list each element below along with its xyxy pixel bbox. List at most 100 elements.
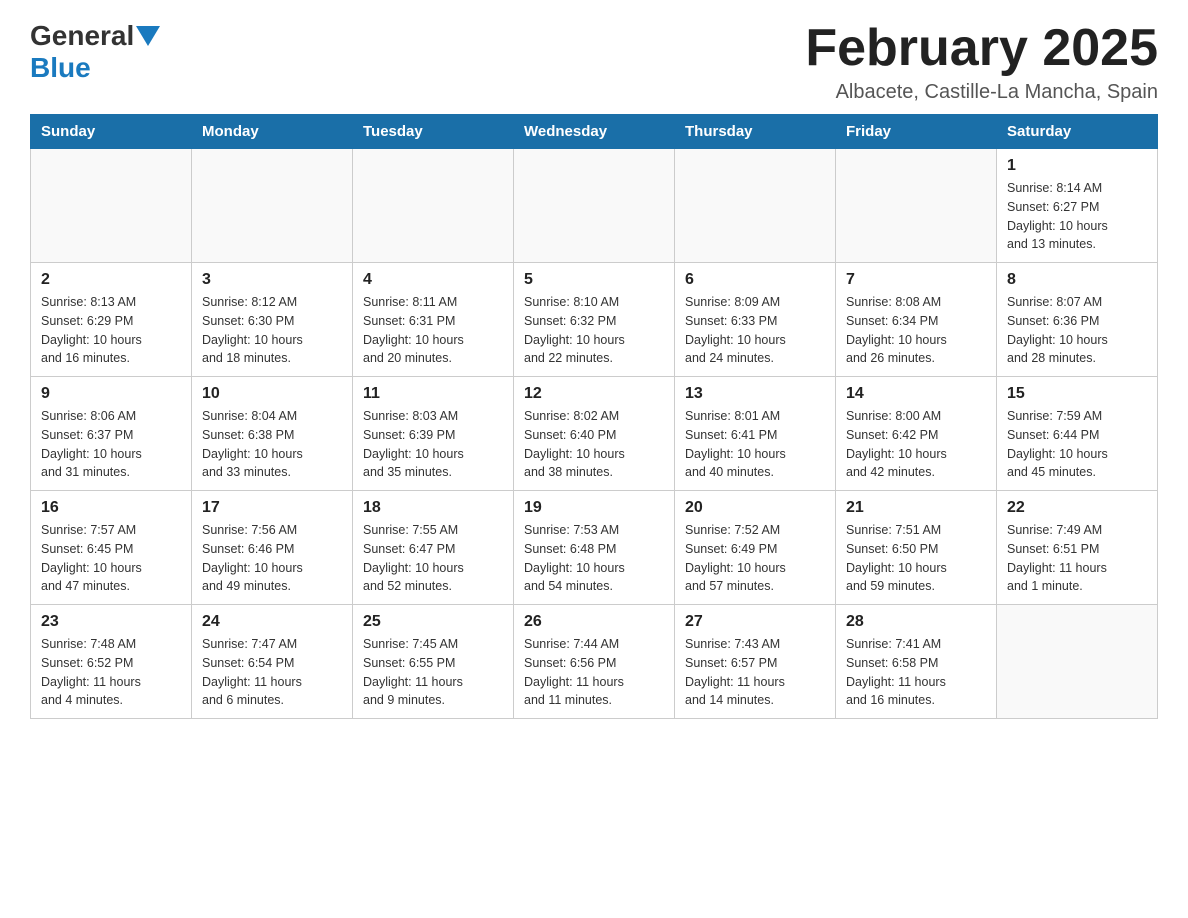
calendar-table: SundayMondayTuesdayWednesdayThursdayFrid… [30, 114, 1158, 719]
week-row-1: 1 Sunrise: 8:14 AM Sunset: 6:27 PM Daylig… [31, 149, 1158, 263]
calendar-cell [997, 605, 1158, 719]
day-info: Sunrise: 8:02 AM Sunset: 6:40 PM Dayligh… [524, 407, 664, 482]
day-number: 15 [1007, 385, 1147, 403]
calendar-cell: 23 Sunrise: 7:48 AM Sunset: 6:52 PM Dayli… [31, 605, 192, 719]
day-info: Sunrise: 7:49 AM Sunset: 6:51 PM Dayligh… [1007, 521, 1147, 596]
week-row-5: 23 Sunrise: 7:48 AM Sunset: 6:52 PM Dayli… [31, 605, 1158, 719]
calendar-cell [675, 149, 836, 263]
calendar-cell: 10 Sunrise: 8:04 AM Sunset: 6:38 PM Dayli… [192, 377, 353, 491]
location-subtitle: Albacete, Castille-La Mancha, Spain [805, 81, 1158, 104]
day-info: Sunrise: 7:51 AM Sunset: 6:50 PM Dayligh… [846, 521, 986, 596]
day-info: Sunrise: 7:53 AM Sunset: 6:48 PM Dayligh… [524, 521, 664, 596]
day-number: 27 [685, 613, 825, 631]
day-info: Sunrise: 7:47 AM Sunset: 6:54 PM Dayligh… [202, 635, 342, 710]
day-number: 8 [1007, 271, 1147, 289]
day-info: Sunrise: 7:52 AM Sunset: 6:49 PM Dayligh… [685, 521, 825, 596]
day-number: 2 [41, 271, 181, 289]
day-number: 22 [1007, 499, 1147, 517]
day-info: Sunrise: 7:57 AM Sunset: 6:45 PM Dayligh… [41, 521, 181, 596]
day-number: 3 [202, 271, 342, 289]
calendar-cell: 14Sunrise: 8:00 AM Sunset: 6:42 PM Dayli… [836, 377, 997, 491]
calendar-cell [192, 149, 353, 263]
calendar-header-row: SundayMondayTuesdayWednesdayThursdayFrid… [31, 115, 1158, 149]
day-number: 28 [846, 613, 986, 631]
day-number: 4 [363, 271, 503, 289]
day-number: 6 [685, 271, 825, 289]
day-info: Sunrise: 8:10 AM Sunset: 6:32 PM Dayligh… [524, 293, 664, 368]
week-row-4: 16 Sunrise: 7:57 AM Sunset: 6:45 PM Dayli… [31, 491, 1158, 605]
day-number: 13 [685, 385, 825, 403]
calendar-cell: 21 Sunrise: 7:51 AM Sunset: 6:50 PM Dayli… [836, 491, 997, 605]
day-header-tuesday: Tuesday [353, 115, 514, 149]
day-number: 21 [846, 499, 986, 517]
day-info: Sunrise: 8:13 AM Sunset: 6:29 PM Dayligh… [41, 293, 181, 368]
calendar-cell: 12 Sunrise: 8:02 AM Sunset: 6:40 PM Dayli… [514, 377, 675, 491]
day-info: Sunrise: 7:55 AM Sunset: 6:47 PM Dayligh… [363, 521, 503, 596]
calendar-cell: 25 Sunrise: 7:45 AM Sunset: 6:55 PM Dayli… [353, 605, 514, 719]
day-number: 23 [41, 613, 181, 631]
calendar-cell: 8 Sunrise: 8:07 AM Sunset: 6:36 PM Daylig… [997, 263, 1158, 377]
calendar-cell: 9Sunrise: 8:06 AM Sunset: 6:37 PM Daylig… [31, 377, 192, 491]
day-header-monday: Monday [192, 115, 353, 149]
day-info: Sunrise: 7:56 AM Sunset: 6:46 PM Dayligh… [202, 521, 342, 596]
day-info: Sunrise: 7:48 AM Sunset: 6:52 PM Dayligh… [41, 635, 181, 710]
day-info: Sunrise: 7:41 AM Sunset: 6:58 PM Dayligh… [846, 635, 986, 710]
calendar-cell: 3 Sunrise: 8:12 AM Sunset: 6:30 PM Daylig… [192, 263, 353, 377]
calendar-cell [836, 149, 997, 263]
calendar-cell: 2 Sunrise: 8:13 AM Sunset: 6:29 PM Daylig… [31, 263, 192, 377]
day-header-wednesday: Wednesday [514, 115, 675, 149]
day-info: Sunrise: 7:45 AM Sunset: 6:55 PM Dayligh… [363, 635, 503, 710]
month-title: February 2025 [805, 20, 1158, 77]
day-info: Sunrise: 8:07 AM Sunset: 6:36 PM Dayligh… [1007, 293, 1147, 368]
logo: General Blue [30, 20, 162, 84]
day-info: Sunrise: 7:43 AM Sunset: 6:57 PM Dayligh… [685, 635, 825, 710]
week-row-3: 9Sunrise: 8:06 AM Sunset: 6:37 PM Daylig… [31, 377, 1158, 491]
calendar-cell [353, 149, 514, 263]
logo-general-text: General [30, 20, 134, 52]
calendar-cell: 17Sunrise: 7:56 AM Sunset: 6:46 PM Dayli… [192, 491, 353, 605]
day-info: Sunrise: 8:03 AM Sunset: 6:39 PM Dayligh… [363, 407, 503, 482]
day-number: 26 [524, 613, 664, 631]
calendar-cell: 19 Sunrise: 7:53 AM Sunset: 6:48 PM Dayli… [514, 491, 675, 605]
calendar-cell: 7 Sunrise: 8:08 AM Sunset: 6:34 PM Daylig… [836, 263, 997, 377]
page-header: General Blue February 2025 Albacete, Cas… [30, 20, 1158, 104]
day-header-thursday: Thursday [675, 115, 836, 149]
day-number: 18 [363, 499, 503, 517]
day-number: 12 [524, 385, 664, 403]
day-info: Sunrise: 8:01 AM Sunset: 6:41 PM Dayligh… [685, 407, 825, 482]
calendar-cell: 5 Sunrise: 8:10 AM Sunset: 6:32 PM Daylig… [514, 263, 675, 377]
day-number: 10 [202, 385, 342, 403]
logo-blue-text: Blue [30, 52, 91, 83]
day-info: Sunrise: 8:04 AM Sunset: 6:38 PM Dayligh… [202, 407, 342, 482]
day-info: Sunrise: 8:14 AM Sunset: 6:27 PM Dayligh… [1007, 179, 1147, 254]
day-number: 19 [524, 499, 664, 517]
logo-triangle-icon [136, 26, 160, 46]
calendar-cell: 4 Sunrise: 8:11 AM Sunset: 6:31 PM Daylig… [353, 263, 514, 377]
day-number: 25 [363, 613, 503, 631]
day-info: Sunrise: 7:59 AM Sunset: 6:44 PM Dayligh… [1007, 407, 1147, 482]
calendar-cell: 16 Sunrise: 7:57 AM Sunset: 6:45 PM Dayli… [31, 491, 192, 605]
day-info: Sunrise: 7:44 AM Sunset: 6:56 PM Dayligh… [524, 635, 664, 710]
calendar-cell: 11 Sunrise: 8:03 AM Sunset: 6:39 PM Dayli… [353, 377, 514, 491]
day-number: 16 [41, 499, 181, 517]
day-number: 14 [846, 385, 986, 403]
day-header-friday: Friday [836, 115, 997, 149]
calendar-cell: 6Sunrise: 8:09 AM Sunset: 6:33 PM Daylig… [675, 263, 836, 377]
day-info: Sunrise: 8:11 AM Sunset: 6:31 PM Dayligh… [363, 293, 503, 368]
calendar-cell: 26 Sunrise: 7:44 AM Sunset: 6:56 PM Dayli… [514, 605, 675, 719]
calendar-cell [514, 149, 675, 263]
day-info: Sunrise: 8:12 AM Sunset: 6:30 PM Dayligh… [202, 293, 342, 368]
day-number: 7 [846, 271, 986, 289]
day-number: 9 [41, 385, 181, 403]
day-number: 11 [363, 385, 503, 403]
day-info: Sunrise: 8:08 AM Sunset: 6:34 PM Dayligh… [846, 293, 986, 368]
calendar-cell: 24 Sunrise: 7:47 AM Sunset: 6:54 PM Dayli… [192, 605, 353, 719]
day-number: 5 [524, 271, 664, 289]
calendar-cell: 1 Sunrise: 8:14 AM Sunset: 6:27 PM Daylig… [997, 149, 1158, 263]
title-section: February 2025 Albacete, Castille-La Manc… [805, 20, 1158, 104]
day-number: 24 [202, 613, 342, 631]
calendar-cell: 20Sunrise: 7:52 AM Sunset: 6:49 PM Dayli… [675, 491, 836, 605]
day-number: 1 [1007, 157, 1147, 175]
calendar-cell: 15 Sunrise: 7:59 AM Sunset: 6:44 PM Dayli… [997, 377, 1158, 491]
calendar-cell: 13 Sunrise: 8:01 AM Sunset: 6:41 PM Dayli… [675, 377, 836, 491]
